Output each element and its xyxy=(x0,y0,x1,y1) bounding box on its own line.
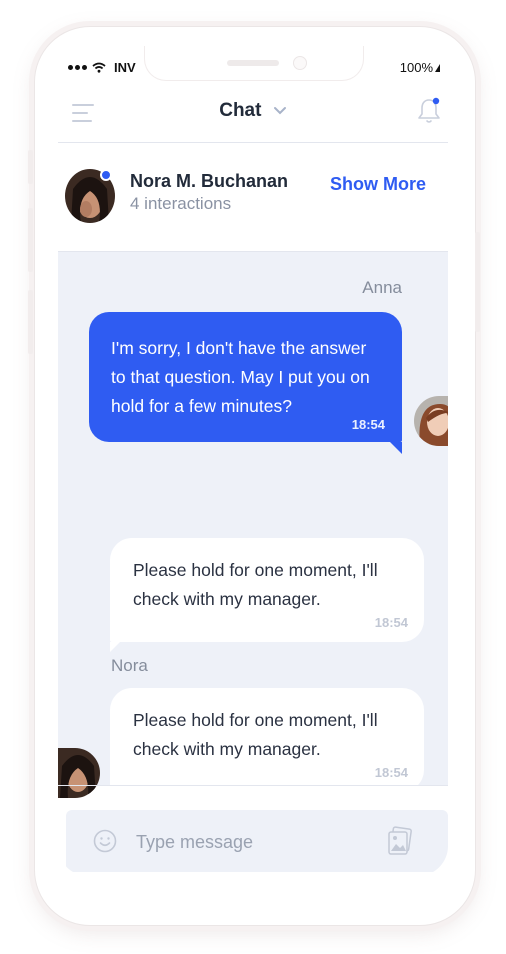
wifi-icon xyxy=(92,62,106,73)
message-bubble-incoming[interactable]: Please hold for one moment, I'll check w… xyxy=(110,688,424,802)
front-camera xyxy=(293,56,307,70)
page-title: Chat xyxy=(219,100,262,121)
emoji-icon[interactable] xyxy=(93,829,117,853)
message-bubble-incoming[interactable]: Please hold for one moment, I'll check w… xyxy=(110,538,424,652)
carrier-label: INV xyxy=(114,60,136,75)
message-text: I'm sorry, I don't have the answer to th… xyxy=(111,338,370,416)
composer-divider xyxy=(58,785,448,786)
message-time: 18:54 xyxy=(374,615,408,630)
phone-side-button xyxy=(28,150,33,184)
chat-thread: Anna I'm sorry, I don't have the answer … xyxy=(58,252,448,802)
contact-card: Nora M. Buchanan 4 interactions Show Mor… xyxy=(58,143,448,251)
status-bar-right: 100% xyxy=(400,60,440,75)
message-text: Please hold for one moment, I'll check w… xyxy=(133,560,378,609)
sender-label: Anna xyxy=(362,278,402,297)
speaker xyxy=(227,60,279,66)
image-attach-icon[interactable] xyxy=(386,826,414,856)
message-input[interactable] xyxy=(134,828,368,856)
signal-icon xyxy=(68,65,87,70)
message-composer xyxy=(66,810,448,872)
avatar[interactable] xyxy=(414,396,448,446)
bell-icon[interactable] xyxy=(416,96,442,126)
message-bubble-outgoing[interactable]: I'm sorry, I don't have the answer to th… xyxy=(89,312,402,454)
status-bar-left: INV xyxy=(68,60,136,75)
chevron-down-icon xyxy=(273,107,286,115)
phone-side-button xyxy=(28,290,33,354)
online-status-dot xyxy=(100,169,112,181)
chat-header: Chat xyxy=(58,88,448,142)
phone-screen: INV 100% Chat Nora M. Buchanan 4 interac… xyxy=(58,46,448,876)
chat-title-dropdown[interactable]: Chat xyxy=(58,100,448,122)
message-time: 18:54 xyxy=(351,417,385,432)
contact-interactions: 4 interactions xyxy=(130,194,232,213)
message-time: 18:54 xyxy=(374,765,408,780)
sender-label: Nora xyxy=(111,656,148,675)
avatar[interactable] xyxy=(58,748,100,798)
message-text: Please hold for one moment, I'll check w… xyxy=(133,710,378,759)
show-more-link[interactable]: Show More xyxy=(330,174,426,195)
battery-icon xyxy=(435,63,440,72)
battery-label: 100% xyxy=(399,60,433,75)
phone-side-button xyxy=(475,232,480,332)
contact-name: Nora M. Buchanan xyxy=(130,171,289,191)
notch xyxy=(144,46,364,81)
phone-side-button xyxy=(28,208,33,272)
